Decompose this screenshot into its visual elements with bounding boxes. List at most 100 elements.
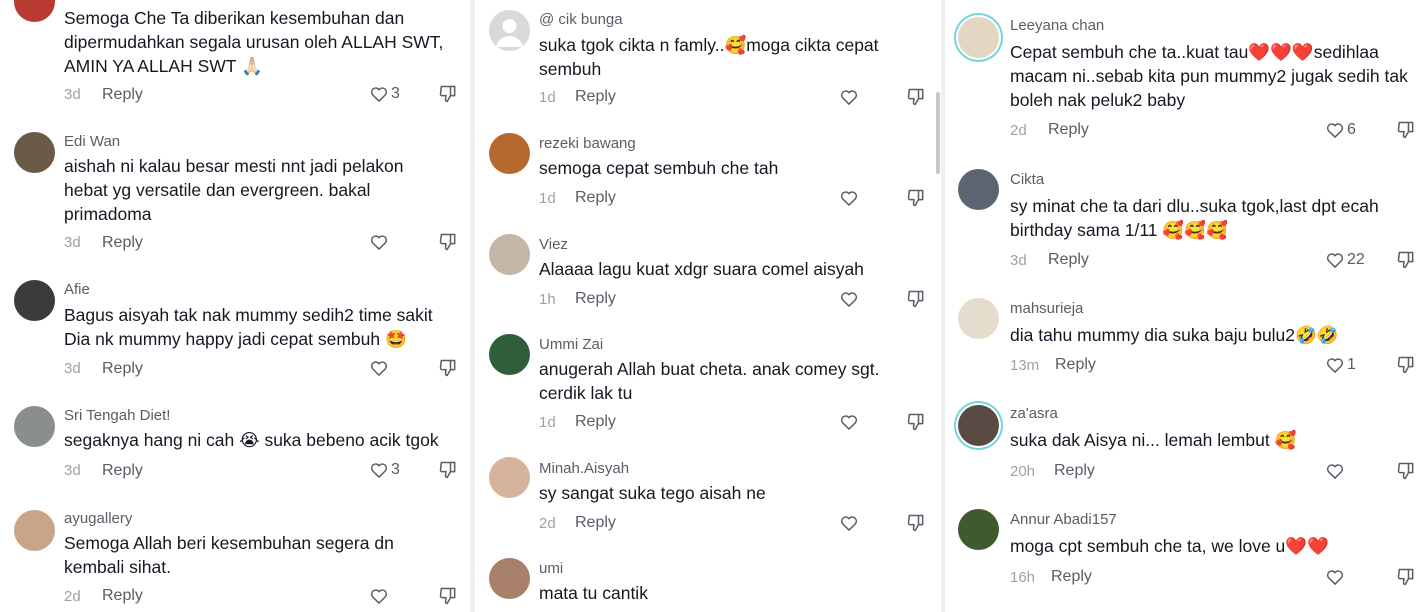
like-button[interactable]: [839, 289, 861, 309]
like-button[interactable]: 22: [1325, 250, 1365, 270]
like-button[interactable]: [839, 513, 861, 533]
dislike-button[interactable]: [906, 87, 926, 107]
comment-text: semoga cepat sembuh che tah: [539, 158, 779, 178]
thumbs-down-icon: [439, 233, 456, 251]
user-avatar[interactable]: [958, 509, 999, 550]
thumbs-down-icon: [907, 514, 924, 532]
dislike-button[interactable]: [906, 188, 926, 208]
user-avatar[interactable]: [14, 406, 55, 447]
comment-item: Edi Wan aishah ni kalau besar mesti nnt …: [0, 130, 470, 260]
comment-username[interactable]: rezeki bawang: [539, 135, 636, 152]
dislike-button[interactable]: [1396, 355, 1416, 375]
user-avatar[interactable]: [14, 132, 55, 173]
comment-username[interactable]: mahsurieja: [1010, 300, 1083, 317]
user-avatar[interactable]: [489, 558, 530, 599]
user-avatar[interactable]: [489, 334, 530, 375]
dislike-button[interactable]: [906, 289, 926, 309]
comment-username[interactable]: Cikta: [1010, 171, 1044, 188]
like-button[interactable]: [369, 232, 391, 252]
like-button[interactable]: [1325, 567, 1347, 587]
comment-item: Semoga Che Ta diberikan kesembuhan dan d…: [0, 0, 470, 110]
reply-button[interactable]: Reply: [102, 360, 143, 378]
like-button[interactable]: 3: [369, 84, 400, 104]
heart-icon: [1326, 253, 1344, 268]
dislike-button[interactable]: [438, 358, 458, 378]
reply-button[interactable]: Reply: [102, 462, 143, 480]
user-avatar[interactable]: [489, 10, 530, 51]
comment-item: Sri Tengah Diet! segaknya hang ni cah 😭 …: [0, 404, 470, 494]
dislike-button[interactable]: [1396, 250, 1416, 270]
user-avatar[interactable]: [958, 405, 999, 446]
heart-icon: [370, 87, 388, 102]
user-avatar[interactable]: [958, 169, 999, 210]
comment-time: 2d: [1010, 122, 1027, 139]
user-avatar[interactable]: [958, 17, 999, 58]
like-button[interactable]: 6: [1325, 120, 1356, 140]
comment-username[interactable]: Annur Abadi157: [1010, 511, 1117, 528]
comment-time: 1h: [539, 291, 556, 308]
user-avatar[interactable]: [14, 510, 55, 551]
user-avatar[interactable]: [489, 133, 530, 174]
comment-username[interactable]: Edi Wan: [64, 133, 120, 150]
reply-button[interactable]: Reply: [1048, 121, 1089, 139]
comment-username[interactable]: Afie: [64, 281, 90, 298]
thumbs-down-icon: [907, 413, 924, 431]
reply-button[interactable]: Reply: [1054, 462, 1095, 480]
comment-username[interactable]: Sri Tengah Diet!: [64, 407, 170, 424]
reply-button[interactable]: Reply: [102, 234, 143, 252]
user-avatar[interactable]: [489, 457, 530, 498]
reply-button[interactable]: Reply: [1055, 356, 1096, 374]
user-avatar[interactable]: [958, 298, 999, 339]
reply-button[interactable]: Reply: [1051, 568, 1092, 586]
comment-item: Minah.Aisyah sy sangat suka tego aisah n…: [475, 457, 941, 547]
comment-username[interactable]: ayugallery: [64, 510, 132, 527]
dislike-button[interactable]: [438, 586, 458, 606]
dislike-button[interactable]: [906, 513, 926, 533]
like-button[interactable]: [369, 586, 391, 606]
like-count: 22: [1347, 251, 1365, 268]
comment-time: 20h: [1010, 463, 1036, 480]
user-avatar[interactable]: [489, 234, 530, 275]
heart-icon: [1326, 570, 1344, 585]
like-button[interactable]: [1325, 461, 1347, 481]
comment-username[interactable]: za'asra: [1010, 405, 1058, 422]
dislike-button[interactable]: [438, 232, 458, 252]
like-button[interactable]: 3: [369, 460, 400, 480]
reply-button[interactable]: Reply: [575, 88, 616, 106]
user-avatar[interactable]: [14, 280, 55, 321]
comment-item: umi mata tu cantik: [475, 558, 941, 612]
reply-button[interactable]: Reply: [1048, 251, 1089, 269]
comment-username[interactable]: umi: [539, 560, 563, 577]
user-avatar[interactable]: [14, 0, 55, 22]
reply-button[interactable]: Reply: [575, 290, 616, 308]
comment-item: za'asra suka dak Aisya ni... lemah lembu…: [945, 403, 1421, 493]
thumbs-down-icon: [439, 587, 456, 605]
thumbs-down-icon: [907, 290, 924, 308]
dislike-button[interactable]: [438, 460, 458, 480]
thumbs-down-icon: [1397, 462, 1414, 480]
dislike-button[interactable]: [438, 84, 458, 104]
like-button[interactable]: [839, 412, 861, 432]
comment-username[interactable]: Minah.Aisyah: [539, 460, 629, 477]
dislike-button[interactable]: [1396, 120, 1416, 140]
comment-username[interactable]: @ cik bunga: [539, 11, 623, 28]
like-button[interactable]: [839, 188, 861, 208]
dislike-button[interactable]: [1396, 461, 1416, 481]
heart-icon: [370, 463, 388, 478]
like-button[interactable]: [369, 358, 391, 378]
scrollbar-thumb[interactable]: [936, 92, 940, 174]
heart-icon: [370, 235, 388, 250]
reply-button[interactable]: Reply: [575, 514, 616, 532]
comment-username[interactable]: Viez: [539, 236, 568, 253]
like-button[interactable]: [839, 87, 861, 107]
comment-username[interactable]: Ummi Zai: [539, 336, 603, 353]
reply-button[interactable]: Reply: [575, 413, 616, 431]
comment-text: dia tahu mummy dia suka baju bulu2🤣🤣: [1010, 325, 1339, 345]
reply-button[interactable]: Reply: [575, 189, 616, 207]
like-button[interactable]: 1: [1325, 355, 1356, 375]
reply-button[interactable]: Reply: [102, 587, 143, 605]
comment-username[interactable]: Leeyana chan: [1010, 17, 1104, 34]
reply-button[interactable]: Reply: [102, 86, 143, 104]
dislike-button[interactable]: [1396, 567, 1416, 587]
dislike-button[interactable]: [906, 412, 926, 432]
